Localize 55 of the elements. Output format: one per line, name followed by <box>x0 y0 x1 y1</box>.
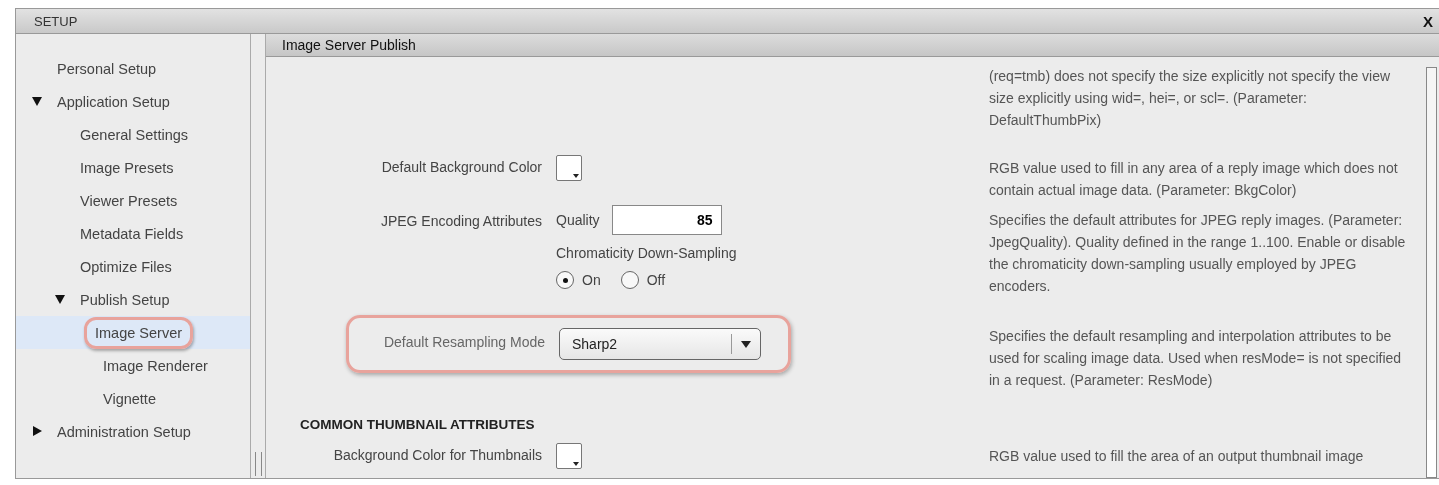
expanded-triangle-icon[interactable] <box>55 293 65 304</box>
setting-description: RGB value used to fill the area of an output thumbnail image <box>988 447 1365 466</box>
sidebar-item[interactable]: General Settings <box>16 118 250 151</box>
setting-label: JPEG Encoding Attributes <box>380 213 542 229</box>
radio-button[interactable] <box>620 271 639 289</box>
expanded-triangle-icon[interactable] <box>32 95 42 106</box>
radio-button[interactable] <box>556 271 574 289</box>
setting-label: Background Color for Thumbnails <box>333 447 542 463</box>
quality-input[interactable]: 85 <box>611 205 722 235</box>
sidebar-item[interactable]: Metadata Fields <box>16 217 250 250</box>
item-label: Application Setup <box>56 92 171 112</box>
sidebar-item[interactable]: Optimize Files <box>16 250 250 283</box>
item-label: Viewer Presets <box>79 191 179 211</box>
item-label: Image Presets <box>79 158 175 178</box>
radio-label: Off <box>646 272 666 288</box>
section-heading: COMMON THUMBNAIL ATTRIBUTES <box>300 417 535 432</box>
setting-description: (req=tmb) does not specify the size explicitly not specify the view size explicitly using wid=, hei=, or scl=. (Parameter: DefaultThumbPix) <box>988 67 1392 130</box>
sidebar-item[interactable]: Image Server <box>16 316 250 349</box>
close-button[interactable]: X <box>1421 12 1435 30</box>
sidebar-item[interactable]: Personal Setup <box>16 52 250 85</box>
chroma-label: Chromaticity Down-Sampling <box>556 245 738 261</box>
dropdown-caret-icon <box>741 340 751 348</box>
color-swatch-button[interactable] <box>556 443 582 469</box>
sidebar-item[interactable]: Publish Setup <box>16 283 250 316</box>
setting-description: Specifies the default resampling and interpolation attributes to be used for scaling image data. Used when resMode= is not specified in a request. (Parameter: ResMode) <box>988 327 1403 390</box>
item-label: Vignette <box>102 389 157 409</box>
splitter-grip-icon[interactable] <box>254 452 262 476</box>
setting-label: Default Background Color <box>381 159 542 175</box>
window-title: SETUP <box>34 13 78 29</box>
sidebar-item[interactable]: Viewer Presets <box>16 184 250 217</box>
sidebar-item[interactable]: Administration Setup <box>16 415 250 448</box>
color-swatch-button[interactable] <box>556 155 582 181</box>
panel-title: Image Server Publish <box>282 37 416 53</box>
setting-description: RGB value used to fill in any area of a reply image which does not contain actual image data. (Parameter: BkgColor) <box>988 159 1399 200</box>
item-label: Personal Setup <box>56 59 158 79</box>
item-label: Publish Setup <box>79 290 171 310</box>
item-label: Metadata Fields <box>79 224 185 244</box>
item-label: Optimize Files <box>79 257 173 277</box>
item-label: Administration Setup <box>56 422 192 442</box>
setting-label: Default Resampling Mode <box>383 334 545 350</box>
resampling-dropdown[interactable]: Sharp2 <box>559 328 761 360</box>
caret-icon <box>573 462 579 466</box>
sidebar-item[interactable]: Image Renderer <box>16 349 250 382</box>
highlighted-item-label: Image Server <box>84 316 194 349</box>
quality-label: Quality <box>556 212 600 228</box>
item-label: Image Renderer <box>102 356 209 376</box>
collapsed-triangle-icon[interactable] <box>32 425 42 436</box>
sidebar-item[interactable]: Image Presets <box>16 151 250 184</box>
radio-label: On <box>582 272 601 288</box>
setting-description: Specifies the default attributes for JPEG reply images. (Parameter: JpegQuality). Quality defined in the range 1..100. Enable or disable the chromaticity down-sampling usually employed by JPEG encoders. <box>988 211 1407 296</box>
item-label: General Settings <box>79 125 189 145</box>
sidebar-item[interactable]: Application Setup <box>16 85 250 118</box>
scrollbar[interactable] <box>1426 67 1437 478</box>
sidebar-item[interactable]: Vignette <box>16 382 250 415</box>
caret-icon <box>573 174 579 178</box>
